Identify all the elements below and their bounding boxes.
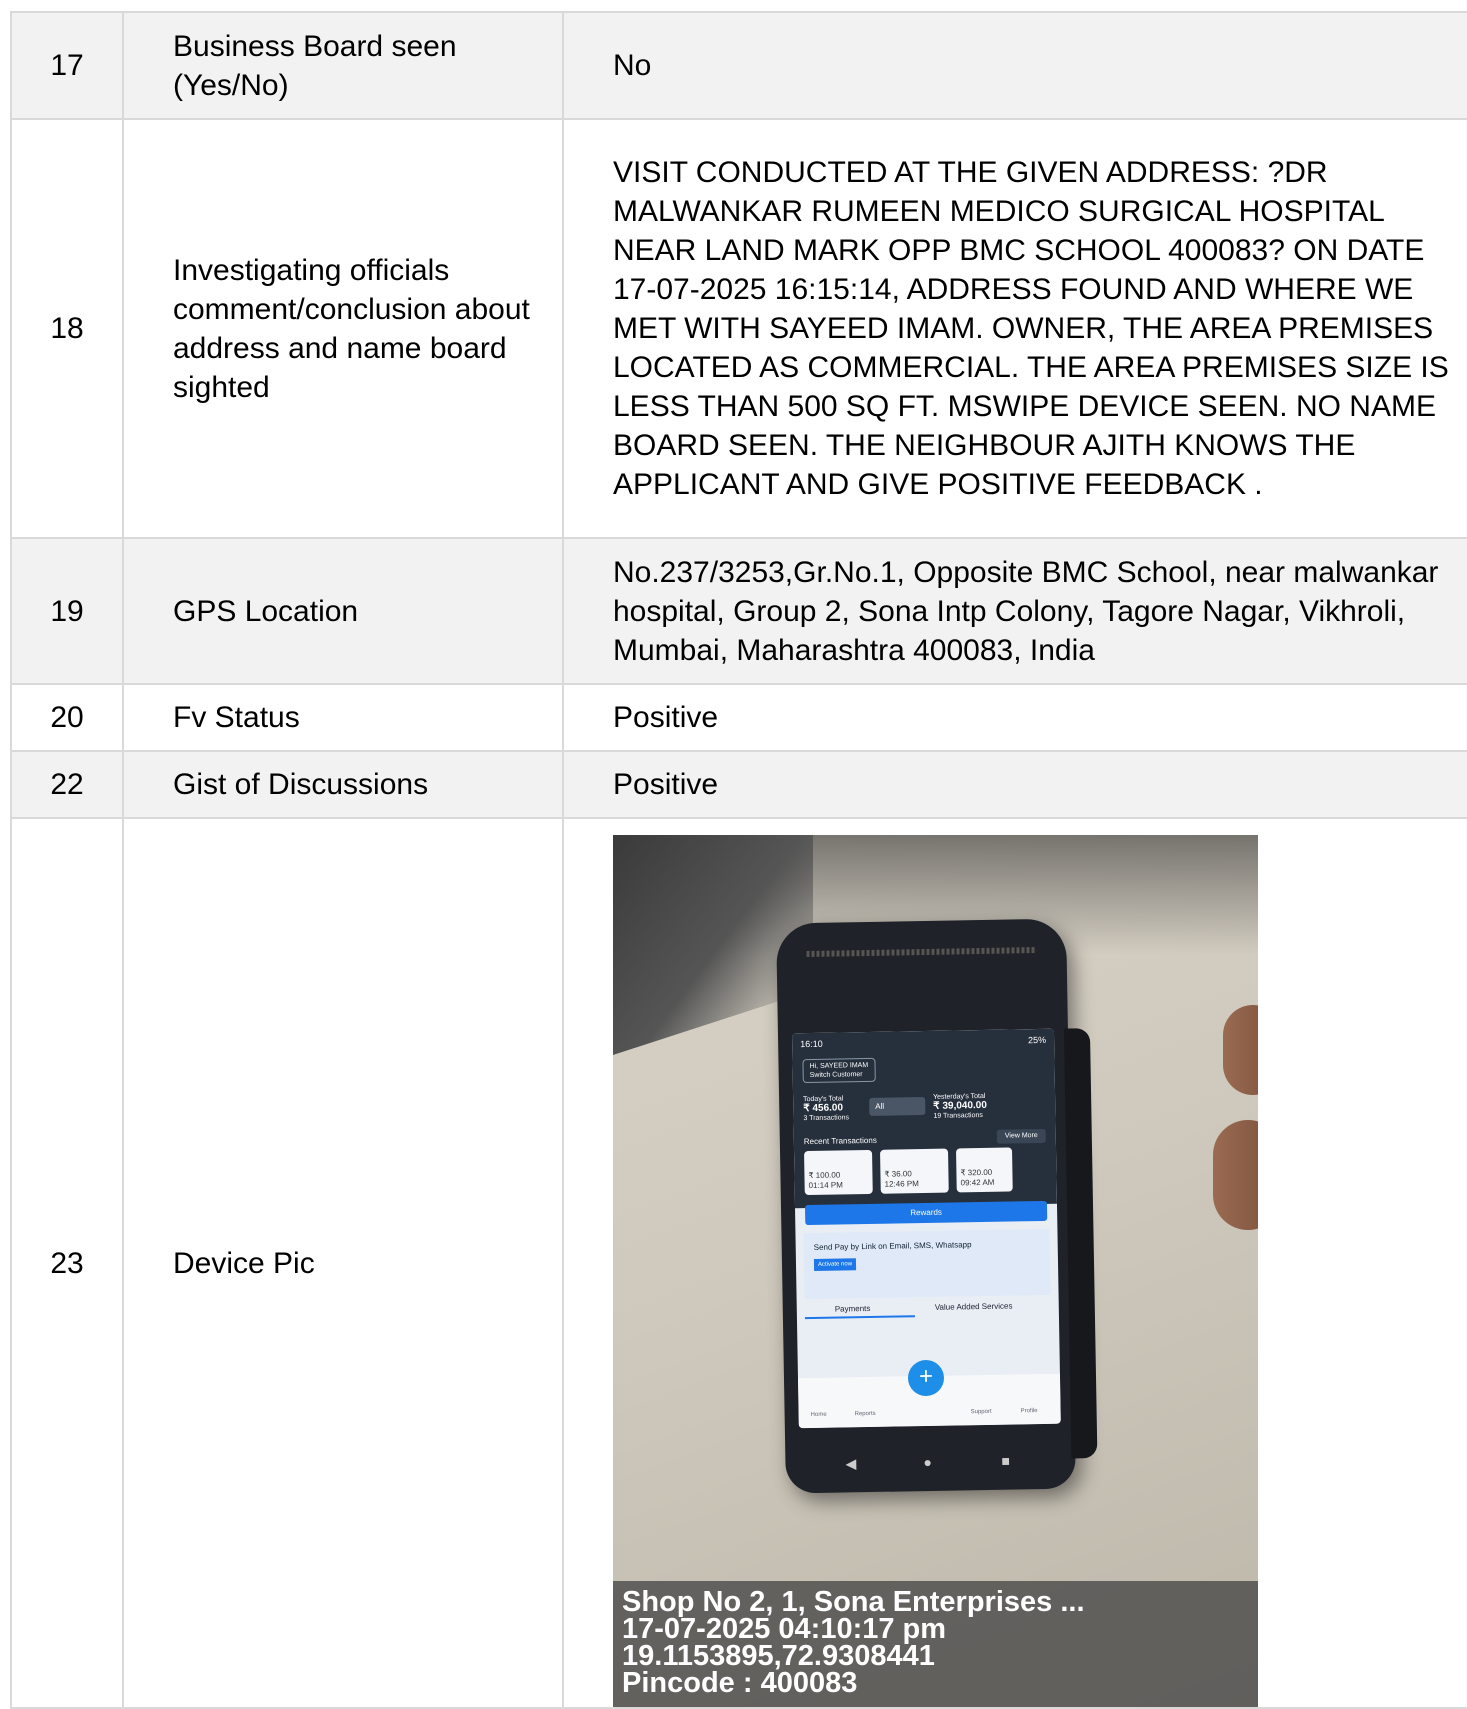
nav-profile: Profile: [1020, 1408, 1038, 1415]
pos-terminal: 16:10 25% Hi, SAYEED IMAM Switch Custome…: [776, 918, 1098, 1494]
table-row: 18 Investigating officials comment/concl…: [10, 118, 1467, 539]
row-number: 18: [10, 118, 124, 539]
rewards-bar: Rewards: [804, 1200, 1048, 1226]
table-row: 19 GPS Location No.237/3253,Gr.No.1, Opp…: [10, 537, 1467, 685]
home-icon: ●: [923, 1453, 933, 1471]
back-icon: ◀: [845, 1455, 857, 1472]
yesterday-count: 19 Transactions: [933, 1111, 983, 1120]
transaction-time: 09:42 AM: [960, 1177, 995, 1188]
printer-slot: [806, 947, 1037, 958]
promo-button: Activate now: [813, 1258, 857, 1271]
row-label: Fv Status: [122, 683, 564, 752]
tab-underline: [804, 1315, 915, 1320]
nav-home: Home: [810, 1411, 827, 1419]
nav-reports: Reports: [854, 1410, 876, 1418]
table-row: 23 Device Pic 16:10 25% Hi, SAYEED IMAM: [10, 817, 1467, 1709]
recent-transactions-label: Recent Transactions: [803, 1135, 877, 1147]
transaction-card: ₹ 36.00 12:46 PM: [880, 1148, 949, 1194]
customer-switch: Hi, SAYEED IMAM Switch Customer: [802, 1057, 876, 1084]
view-more: View More: [996, 1128, 1046, 1144]
caption-pincode: Pincode : 400083: [622, 1667, 858, 1699]
row-value: No: [562, 11, 1467, 120]
today-amount: ₹ 456.00: [803, 1102, 844, 1115]
row-label: GPS Location: [122, 537, 564, 685]
transaction-time: 12:46 PM: [884, 1179, 919, 1189]
table-row: 17 Business Board seen (Yes/No) No: [10, 11, 1467, 120]
row-label: Investigating officials comment/conclusi…: [122, 118, 564, 539]
device-photo: 16:10 25% Hi, SAYEED IMAM Switch Custome…: [613, 835, 1258, 1707]
row-label: Gist of Discussions: [122, 750, 564, 819]
transaction-card: ₹ 100.00 01:14 PM: [804, 1149, 873, 1196]
yesterday-total: Yesterday's Total ₹ 39,040.00 19 Transac…: [933, 1092, 987, 1121]
row-number: 19: [10, 537, 124, 685]
filter-select: All: [869, 1096, 926, 1116]
row-label: Device Pic: [122, 817, 564, 1709]
android-nav: ◀ ● ■: [845, 1441, 1015, 1472]
transaction-time: 01:14 PM: [808, 1180, 843, 1191]
tab-payments: Payments: [834, 1303, 871, 1314]
table-row: 20 Fv Status Positive: [10, 683, 1467, 752]
nav-support: Support: [970, 1408, 992, 1416]
row-number: 20: [10, 683, 124, 752]
terminal-side: [1063, 1028, 1098, 1459]
table-row: 22 Gist of Discussions Positive: [10, 750, 1467, 819]
today-count: 3 Transactions: [803, 1114, 850, 1123]
transaction-card: ₹ 320.00 09:42 AM: [956, 1147, 1013, 1193]
terminal-screen: 16:10 25% Hi, SAYEED IMAM Switch Custome…: [791, 1028, 1061, 1429]
caption-address: Shop No 2, 1, Sona Enterprises ...: [622, 1586, 1085, 1618]
row-label: Business Board seen (Yes/No): [122, 11, 564, 120]
row-number: 17: [10, 11, 124, 120]
today-total: Today's Total ₹ 456.00 3 Transactions: [803, 1094, 849, 1123]
row-value: VISIT CONDUCTED AT THE GIVEN ADDRESS: ?D…: [562, 118, 1467, 539]
row-number: 23: [10, 817, 124, 1709]
row-value: Positive: [562, 683, 1467, 752]
promo-text: Send Pay by Link on Email, SMS, Whatsapp: [813, 1240, 972, 1252]
screen-tabs: Payments Value Added Services: [804, 1299, 1051, 1320]
battery-level: 25%: [1028, 1034, 1047, 1046]
row-value: Positive: [562, 750, 1467, 819]
row-value: 16:10 25% Hi, SAYEED IMAM Switch Custome…: [562, 817, 1467, 1709]
verification-table: 17 Business Board seen (Yes/No) No 18 In…: [10, 11, 1467, 1709]
row-value: No.237/3253,Gr.No.1, Opposite BMC School…: [562, 537, 1467, 685]
recents-icon: ■: [1001, 1452, 1011, 1469]
switch-customer: Switch Customer: [809, 1071, 863, 1080]
row-number: 22: [10, 750, 124, 819]
photo-caption: Shop No 2, 1, Sona Enterprises ... 17-07…: [613, 1581, 1258, 1707]
promo-banner: Send Pay by Link on Email, SMS, Whatsapp…: [803, 1228, 1051, 1300]
finger-shape: [1213, 1120, 1258, 1230]
finger-shape: [1223, 1005, 1258, 1095]
caption-coordinates: 19.1153895,72.9308441: [622, 1640, 935, 1672]
tab-value-added: Value Added Services: [934, 1301, 1013, 1312]
caption-timestamp: 17-07-2025 04:10:17 pm: [622, 1613, 947, 1645]
status-time: 16:10: [800, 1038, 823, 1050]
